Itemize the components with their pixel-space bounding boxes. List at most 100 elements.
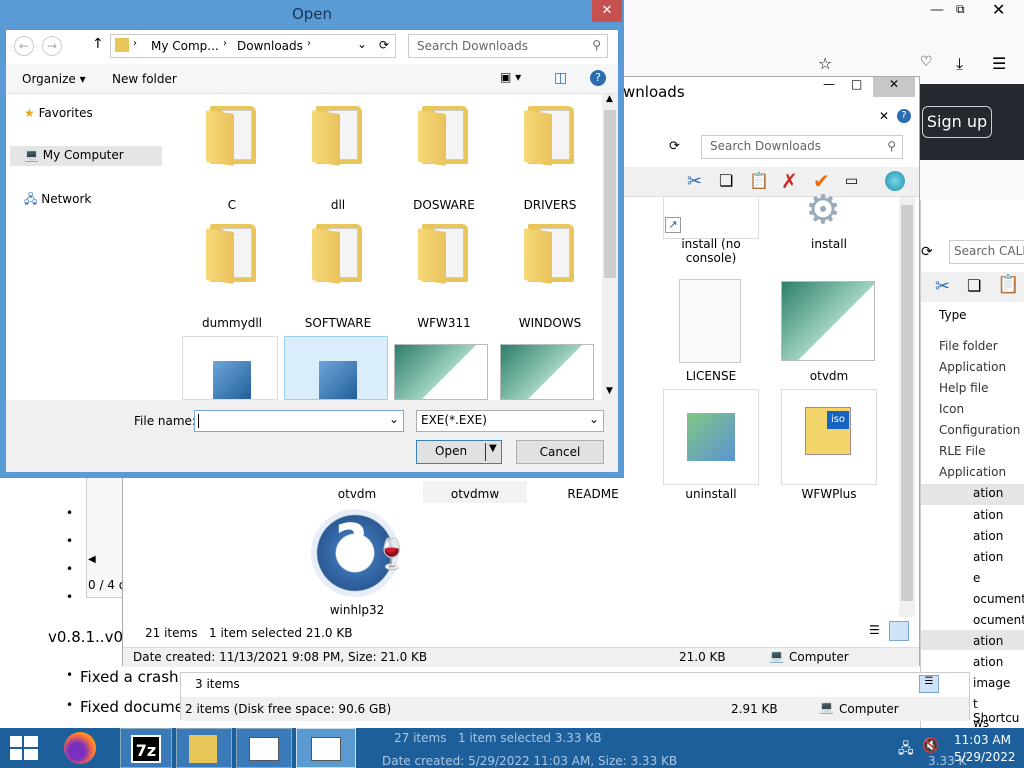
explorer-icon[interactable] — [176, 728, 232, 768]
folder-item[interactable]: WINDOWS — [500, 216, 604, 330]
new-folder-button[interactable]: New folder — [112, 72, 177, 86]
installer-icon — [319, 361, 357, 399]
help-icon[interactable]: ? — [590, 70, 606, 86]
clock-time[interactable]: 11:03 AM — [954, 733, 1011, 747]
close-button[interactable]: ✕ — [873, 77, 915, 97]
column-header-type[interactable]: Type — [939, 308, 967, 322]
organize-button[interactable]: Organize ▾ — [22, 72, 86, 86]
folder-icon — [416, 102, 474, 166]
minimize-button[interactable]: — — [823, 77, 835, 91]
folder-label: C — [227, 198, 237, 212]
folder-item[interactable]: SOFTWARE — [288, 216, 392, 330]
rename-icon[interactable]: ▭ — [845, 173, 858, 189]
sign-up-button[interactable]: Sign up — [922, 106, 992, 138]
folder-item[interactable]: dummydll — [182, 216, 286, 330]
type-cell: Icon — [939, 402, 965, 416]
folder-item[interactable]: DRIVERS — [500, 98, 604, 212]
folder-label: WFW311 — [417, 316, 471, 330]
forward-button[interactable]: → — [42, 36, 62, 56]
file-name-input[interactable]: ⌄ — [194, 410, 404, 432]
app-window-icon[interactable] — [296, 728, 356, 768]
copy-icon[interactable]: ❏ — [967, 276, 981, 295]
cut-icon[interactable]: ✂ — [687, 171, 702, 192]
breadcrumb-item[interactable]: Downloads — [237, 39, 303, 53]
scroll-thumb[interactable] — [901, 205, 913, 601]
bullet: • — [66, 562, 74, 576]
network-tray-icon[interactable]: 🖧 — [898, 738, 914, 762]
browser-restore-button[interactable]: ⧉ — [956, 2, 965, 17]
type-cell: Help file — [939, 381, 989, 395]
chevron-down-icon[interactable]: ⌄ — [389, 412, 399, 426]
changelog-line: Fixed a crash — [80, 668, 179, 686]
scroll-up-icon[interactable]: ▲ — [606, 94, 613, 104]
start-button[interactable] — [10, 736, 38, 760]
nav-favorites[interactable]: ★ Favorites — [24, 106, 93, 120]
view-icon[interactable]: ▣ ▾ — [500, 70, 521, 84]
address-bar[interactable]: › My Comp... › Downloads › ⌄ ⟳ — [110, 34, 396, 58]
open-button[interactable]: Open ▼ — [416, 440, 502, 464]
status-selected: 1 item selected 21.0 KB — [209, 626, 353, 640]
nav-network[interactable]: 🖧 Network — [24, 190, 91, 211]
firefox-icon[interactable] — [64, 732, 96, 764]
folder-item[interactable]: C — [182, 98, 286, 212]
details-view-button[interactable]: ☰ — [919, 675, 939, 693]
maximize-button[interactable]: □ — [851, 77, 862, 91]
globe-icon[interactable] — [885, 171, 905, 191]
cancel-button[interactable]: Cancel — [516, 440, 604, 464]
dialog-close-button[interactable]: ✕ — [592, 0, 622, 22]
nav-my-computer[interactable]: 💻 My Computer — [10, 146, 162, 166]
app-thumbnail-icon[interactable] — [781, 281, 875, 361]
refresh-icon[interactable]: ⟳ — [379, 38, 389, 52]
search-input[interactable]: Search Downloads ⚲ — [701, 135, 903, 159]
paste-icon[interactable]: 📋 — [749, 171, 769, 190]
volume-muted-icon[interactable]: 🔇 — [922, 738, 939, 754]
chevron-down-icon[interactable]: ▼ — [489, 443, 497, 454]
large-icons-view-button[interactable] — [889, 621, 909, 641]
refresh-icon[interactable]: ⟳ — [669, 139, 680, 154]
code-box-scroll-left[interactable]: ◀ — [88, 554, 96, 565]
file-item-selected[interactable] — [284, 336, 388, 400]
app-window-icon[interactable] — [236, 728, 292, 768]
pocket-icon[interactable]: ♡ — [920, 54, 933, 70]
delete-icon[interactable]: ✗ — [781, 169, 798, 193]
type-list: File folder Application Help file Icon C… — [939, 336, 1024, 483]
scroll-thumb[interactable] — [604, 110, 616, 278]
document-icon[interactable] — [679, 279, 741, 363]
7zip-icon[interactable]: 7z — [120, 728, 172, 768]
bullet: • — [66, 506, 74, 520]
scroll-status: 0 / 4 o — [88, 578, 127, 592]
search-input[interactable]: Search Downloads ⚲ — [408, 34, 608, 58]
details-view-button[interactable]: ☰ — [869, 623, 880, 637]
back-button[interactable]: ← — [14, 36, 34, 56]
search-input[interactable]: Search CALM — [949, 240, 1024, 264]
folder-item[interactable]: dll — [288, 98, 392, 212]
type-cell: ation — [973, 529, 1004, 543]
folder-item[interactable]: WFW311 — [394, 216, 498, 330]
clock-date[interactable]: 5/29/2022 — [954, 750, 1016, 764]
menu-icon[interactable]: ☰ — [992, 54, 1006, 73]
folder-label: dll — [330, 198, 346, 212]
file-type-select[interactable]: EXE(*.EXE) ⌄ — [416, 410, 604, 432]
scroll-down-icon[interactable]: ▼ — [606, 386, 613, 396]
folder-label: DRIVERS — [523, 198, 577, 212]
dropdown-icon[interactable]: ⌄ — [357, 37, 367, 51]
breadcrumb-item[interactable]: My Comp... — [151, 39, 219, 53]
caret — [198, 414, 199, 428]
paste-icon[interactable]: 📋 — [997, 274, 1019, 295]
folder-item[interactable]: DOSWARE — [394, 98, 498, 212]
browser-minimize-button[interactable]: — — [930, 2, 944, 18]
copy-icon[interactable]: ❏ — [719, 171, 733, 190]
refresh-icon[interactable]: ⟳ — [921, 244, 933, 260]
file-item[interactable] — [500, 344, 594, 400]
file-item[interactable] — [394, 344, 488, 400]
file-item[interactable] — [182, 336, 278, 400]
cut-icon[interactable]: ✂ — [935, 276, 950, 297]
bookmark-star-icon[interactable]: ☆ — [818, 54, 832, 73]
folder-label: WINDOWS — [518, 316, 582, 330]
close-icon[interactable]: ✕ — [879, 109, 889, 123]
up-button[interactable]: ↑ — [92, 36, 104, 52]
downloads-icon[interactable]: ⤓ — [956, 54, 963, 74]
preview-pane-icon[interactable]: ◫ — [554, 70, 567, 86]
browser-close-button[interactable]: ✕ — [992, 0, 1005, 19]
help-icon[interactable]: ? — [897, 109, 911, 123]
